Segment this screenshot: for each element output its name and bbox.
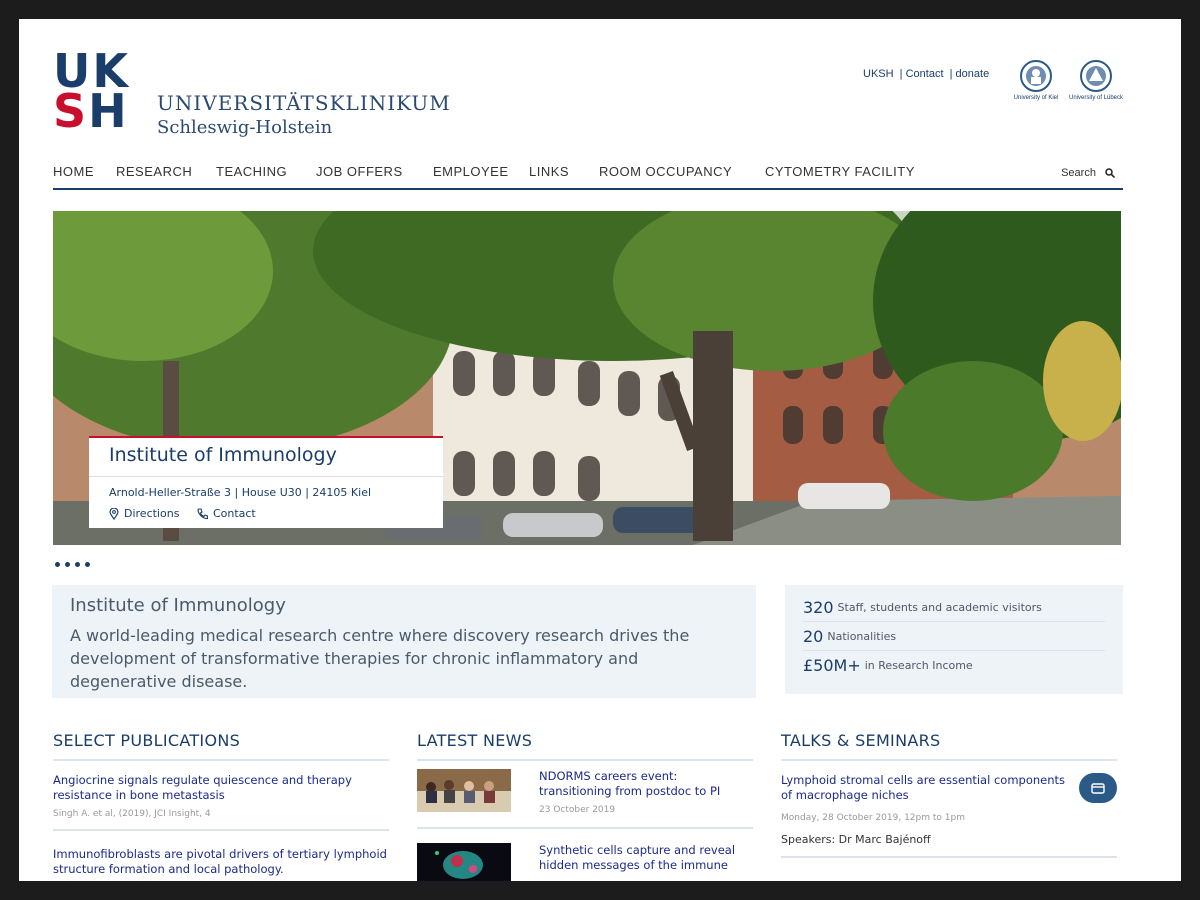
directions-link[interactable]: Directions <box>109 507 183 520</box>
nav-research[interactable]: RESEARCH <box>116 164 192 179</box>
stat-label: in Research Income <box>864 659 973 672</box>
news-photo <box>417 843 511 881</box>
search-icon <box>1105 168 1116 179</box>
nav-job-offers[interactable]: JOB OFFERS <box>316 164 403 179</box>
contact-link[interactable]: Contact <box>197 507 256 520</box>
publication-title[interactable]: Immunofibroblasts are pivotal drivers of… <box>53 847 389 877</box>
nav-home[interactable]: HOME <box>53 164 94 179</box>
news-thumbnail[interactable] <box>417 843 511 881</box>
talks-column: TALKS & SEMINARS Lymphoid stromal cells … <box>781 731 1117 858</box>
phone-icon <box>197 508 208 520</box>
partner-luebeck-label: University of Lübeck <box>1068 95 1124 101</box>
news-title[interactable]: Synthetic cells capture and reveal hidde… <box>539 843 753 873</box>
publication-item: Immunofibroblasts are pivotal drivers of… <box>53 831 389 881</box>
talk-title[interactable]: Lymphoid stromal cells are essential com… <box>781 773 1075 803</box>
news-heading: LATEST NEWS <box>417 731 753 761</box>
map-pin-icon <box>109 508 119 520</box>
nav-cytometry-facility[interactable]: CYTOMETRY FACILITY <box>765 164 915 179</box>
nav-teaching[interactable]: TEACHING <box>216 164 287 179</box>
carousel-dots <box>55 554 95 572</box>
stat-label: Staff, students and academic visitors <box>837 600 1042 614</box>
top-link-donate[interactable]: donate <box>956 68 990 80</box>
publication-meta: Singh A. et al, (2019), JCI Insight, 4 <box>53 809 211 819</box>
uksh-logo[interactable]: UK SH UNIVERSITÄTSKLINIKUM Schleswig-Hol… <box>53 48 450 138</box>
news-title[interactable]: NDORMS careers event: transitioning from… <box>539 769 753 799</box>
hero-carousel[interactable]: Institute of Immunology Arnold-Heller-St… <box>53 211 1121 545</box>
page: UK SH UNIVERSITÄTSKLINIKUM Schleswig-Hol… <box>19 19 1181 881</box>
logo-wordmark: UNIVERSITÄTSKLINIKUM Schleswig-Holstein <box>157 91 451 138</box>
stats-panel: 320 Staff, students and academic visitor… <box>785 585 1123 694</box>
main-nav: HOME RESEARCH TEACHING JOB OFFERS EMPLOY… <box>53 162 1123 190</box>
kiel-seal-icon <box>1020 60 1052 92</box>
carousel-dot-3[interactable] <box>75 562 80 567</box>
talk-speakers: Speakers: Dr Marc Bajénoff <box>781 833 931 846</box>
logo-mark-h: H <box>88 84 129 138</box>
intro-text: A world-leading medical research centre … <box>70 626 690 691</box>
contact-label: Contact <box>212 507 256 520</box>
hero-title: Institute of Immunology <box>109 444 337 466</box>
hero-address: Arnold-Heller-Straße 3 | House U30 | 241… <box>109 486 372 499</box>
search-button[interactable]: Search <box>1061 167 1116 179</box>
carousel-dot-4[interactable] <box>85 562 90 567</box>
search-label: Search <box>1061 167 1096 179</box>
carousel-dot-1[interactable] <box>55 562 60 567</box>
news-thumbnail[interactable] <box>417 769 511 812</box>
directions-label: Directions <box>124 507 180 520</box>
partner-luebeck[interactable]: University of Lübeck <box>1061 59 1131 101</box>
stat-number: 320 <box>803 597 834 617</box>
publication-item: Angiocrine signals regulate quiescence a… <box>53 761 389 831</box>
news-item: NDORMS careers event: transitioning from… <box>417 761 753 829</box>
logo-name-line1: UNIVERSITÄTSKLINIKUM <box>157 91 451 115</box>
intro-title: Institute of Immunology <box>70 595 286 616</box>
talks-heading: TALKS & SEMINARS <box>781 731 1117 761</box>
top-link-uksh[interactable]: UKSH <box>863 68 894 80</box>
news-column: LATEST NEWS NDORMS careers event: transi… <box>417 731 753 881</box>
hero-caption: Institute of Immunology Arnold-Heller-St… <box>89 436 443 528</box>
nav-links[interactable]: LINKS <box>529 164 569 179</box>
publications-column: SELECT PUBLICATIONS Angiocrine signals r… <box>53 731 389 881</box>
logo-name-line2: Schleswig-Holstein <box>157 117 333 138</box>
stat-number: 20 <box>803 626 824 646</box>
top-link-contact[interactable]: Contact <box>906 68 944 80</box>
partner-kiel-label: University of Kiel <box>1013 95 1059 101</box>
news-photo <box>417 769 511 812</box>
intro-panel: Institute of Immunology A world-leading … <box>52 585 756 698</box>
publications-heading: SELECT PUBLICATIONS <box>53 731 389 761</box>
nav-room-occupancy[interactable]: ROOM OCCUPANCY <box>599 164 732 179</box>
talk-item: Lymphoid stromal cells are essential com… <box>781 761 1117 858</box>
carousel-dot-2[interactable] <box>65 562 70 567</box>
publication-title[interactable]: Angiocrine signals regulate quiescence a… <box>53 773 389 803</box>
stat-number: £50M+ <box>803 656 861 675</box>
news-item: Synthetic cells capture and reveal hidde… <box>417 829 753 881</box>
calendar-icon <box>1091 783 1105 794</box>
luebeck-seal-icon <box>1080 60 1112 92</box>
hero-links: Directions Contact <box>109 507 270 520</box>
stat-row: £50M+ in Research Income <box>803 651 1105 680</box>
talk-datetime: Monday, 28 October 2019, 12pm to 1pm <box>781 813 965 823</box>
stat-label: Nationalities <box>827 629 897 643</box>
news-date: 23 October 2019 <box>539 805 616 815</box>
stat-row: 20 Nationalities <box>803 622 1105 651</box>
top-links: UKSH | Contact | donate <box>863 68 990 80</box>
logo-mark: UK SH <box>53 48 130 134</box>
logo-mark-s: S <box>53 84 89 138</box>
hero-caption-divider <box>89 476 443 477</box>
nav-employee[interactable]: EMPLOYEE <box>433 164 509 179</box>
add-to-calendar-button[interactable] <box>1079 773 1117 803</box>
stat-row: 320 Staff, students and academic visitor… <box>803 593 1105 622</box>
